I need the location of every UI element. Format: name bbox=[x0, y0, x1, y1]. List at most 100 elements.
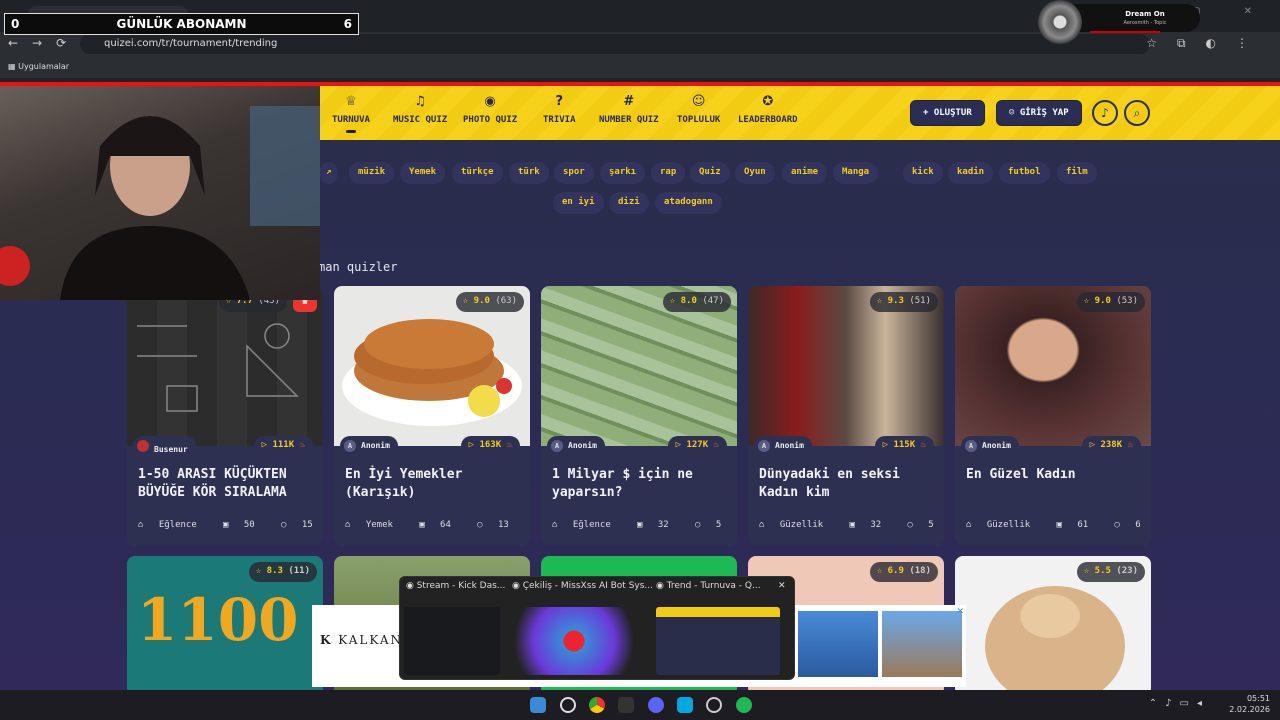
quiz-card[interactable]: 1100 ☆ 8.3 (11) bbox=[127, 556, 323, 696]
tag-chip[interactable]: Yemek bbox=[400, 162, 446, 184]
nav-number-quiz[interactable]: # NUMBER QUIZ bbox=[599, 94, 659, 125]
tag-chip[interactable]: dizi bbox=[609, 192, 649, 214]
tag-chip[interactable]: kick bbox=[903, 162, 943, 184]
items-icon: ▣ bbox=[419, 520, 431, 530]
divider bbox=[0, 78, 1280, 86]
question-icon: ? bbox=[555, 94, 564, 109]
quiz-title[interactable]: En Güzel Kadın bbox=[966, 466, 1144, 484]
bookmarks-bar: ▦ Uygulamalar bbox=[0, 56, 1280, 78]
tag-icon: ⌂ bbox=[345, 520, 356, 530]
fire-icon: ♨ bbox=[299, 440, 305, 450]
quiz-card[interactable]: ☆ 8.0 (47) A Anonim ▷ 127K ♨ 1 Milyar $ i… bbox=[541, 286, 737, 546]
music-icon: ♫ bbox=[414, 94, 426, 109]
nav-turnuva[interactable]: ♕ TURNUVA bbox=[332, 94, 370, 133]
fire-icon: ♨ bbox=[506, 440, 512, 450]
bell-icon[interactable]: ♪ bbox=[1092, 100, 1118, 126]
rating-badge: ☆ 9.0 (63) bbox=[455, 292, 524, 312]
search-icon[interactable]: ⌕ bbox=[1124, 100, 1150, 126]
user-icon: ☺ bbox=[1009, 108, 1020, 118]
nav-topluluk[interactable]: ☺ TOPLULUK bbox=[677, 94, 720, 125]
preview-title[interactable]: ◉ Trend - Turnuva - Q... bbox=[656, 581, 766, 603]
close-icon[interactable]: ✕ bbox=[778, 581, 792, 603]
quiz-card[interactable]: ☆ 9.0 (63) A Anonim ▷ 163K ♨ En İyi Yemek… bbox=[334, 286, 530, 546]
avatar: A bbox=[965, 440, 977, 452]
rating-badge: ☆ 9.0 (53) bbox=[1076, 292, 1145, 312]
tag-chip[interactable]: kadin bbox=[948, 162, 994, 184]
quiz-meta: ⌂ Eğlence ▣ 50 ○ 15 ♡ 40 bbox=[138, 520, 313, 530]
quiz-card[interactable]: ♛ ☆ 7.7 (43) Busenur ▷ 111K ♨ 1-50 ARASI… bbox=[127, 286, 323, 546]
window-preview[interactable] bbox=[512, 607, 636, 675]
fire-icon: ♨ bbox=[1127, 440, 1133, 450]
quiz-card[interactable]: ☆ 9.3 (51) A Anonim ▷ 115K ♨ Dünyadaki en… bbox=[748, 286, 944, 546]
trophy-icon: ♕ bbox=[345, 94, 357, 109]
epic-icon[interactable] bbox=[618, 697, 634, 713]
chrome-icon[interactable] bbox=[589, 697, 605, 713]
tag-chip[interactable]: Quiz bbox=[690, 162, 730, 184]
url-field[interactable]: quizei.com/tr/tournament/trending bbox=[80, 34, 1150, 54]
author-badge[interactable]: A Anonim bbox=[961, 436, 1019, 456]
tag-icon: ⌂ bbox=[138, 520, 149, 530]
preview-title[interactable]: ◉ Stream - Kick Das... bbox=[406, 581, 526, 603]
start-icon[interactable] bbox=[530, 697, 546, 713]
rating-badge: ☆ 5.5 (23) bbox=[1076, 562, 1145, 582]
close-icon[interactable]: ✕ bbox=[956, 607, 964, 617]
tag-chip[interactable]: futbol bbox=[999, 162, 1050, 184]
create-button[interactable]: + OLUŞTUR bbox=[910, 100, 985, 126]
tray-icons[interactable]: ⌃♪▭◂ bbox=[1149, 698, 1210, 709]
tag-chip[interactable]: Manga bbox=[833, 162, 879, 184]
items-icon: ▣ bbox=[637, 520, 648, 530]
app-icon[interactable] bbox=[706, 697, 722, 713]
rating-badge: ☆ 9.3 (51) bbox=[869, 292, 938, 312]
nav-buttons[interactable]: ←→⟳ bbox=[8, 36, 80, 50]
quiz-title[interactable]: En İyi Yemekler (Karışık) bbox=[345, 466, 523, 502]
quiz-title[interactable]: 1 Milyar $ için ne yaparsın? bbox=[552, 466, 730, 502]
tag-chip[interactable]: en iyi bbox=[553, 192, 604, 214]
preview-title[interactable]: ◉ Çekiliş - MissXss AI Bot Sys... bbox=[512, 581, 652, 603]
quiz-card[interactable]: ☆ 5.5 (23) bbox=[955, 556, 1151, 696]
tag-chip[interactable]: anime bbox=[782, 162, 828, 184]
avatar: A bbox=[551, 440, 563, 452]
quiz-card[interactable]: ☆ 9.0 (53) A Anonim ▷ 238K ♨ En Güzel Kad… bbox=[955, 286, 1151, 546]
subscriber-goal-overlay: 0 GÜNLÜK ABONAMN 6 bbox=[4, 13, 359, 35]
author-badge[interactable]: A Anonim bbox=[340, 436, 398, 456]
quiz-title[interactable]: Dünyadaki en seksi Kadın kim bbox=[759, 466, 937, 502]
bookmark-apps[interactable]: Uygulamalar bbox=[18, 62, 69, 71]
discord-icon[interactable] bbox=[648, 697, 664, 713]
nav-music-quiz[interactable]: ♫ MUSIC QUIZ bbox=[393, 94, 447, 125]
play-count: ▷ 115K ♨ bbox=[874, 436, 934, 456]
tag-chip[interactable]: türk bbox=[509, 162, 549, 184]
author-badge[interactable]: Busenur bbox=[133, 436, 196, 456]
tag-scroll-left[interactable]: ↗ bbox=[320, 162, 338, 184]
author-badge[interactable]: A Anonim bbox=[754, 436, 812, 456]
tag-chip[interactable]: Oyun bbox=[735, 162, 775, 184]
apps-icon[interactable]: ▦ bbox=[8, 62, 18, 71]
window-preview[interactable] bbox=[404, 607, 500, 675]
logitech-icon[interactable] bbox=[677, 697, 693, 713]
tag-chip[interactable]: film bbox=[1057, 162, 1097, 184]
browser-actions[interactable]: ☆⧉◐⋮ bbox=[1146, 36, 1268, 51]
users-icon: ☺ bbox=[691, 94, 706, 109]
spotify-icon[interactable] bbox=[736, 697, 752, 713]
hash-icon: # bbox=[623, 94, 635, 109]
author-badge[interactable]: A Anonim bbox=[547, 436, 605, 456]
tag-chip[interactable]: rap bbox=[651, 162, 686, 184]
tag-icon: ⌂ bbox=[552, 520, 563, 530]
nav-trivia[interactable]: ? TRIVIA bbox=[543, 94, 576, 125]
comment-icon: ○ bbox=[281, 520, 292, 530]
search-icon[interactable] bbox=[560, 697, 576, 713]
quiz-title[interactable]: 1-50 ARASI KÜÇÜKTEN BÜYÜĞE KÖR SIRALAMA bbox=[138, 466, 316, 502]
login-button[interactable]: ☺ GİRİŞ YAP bbox=[996, 100, 1082, 126]
fire-icon: ♨ bbox=[920, 440, 926, 450]
window-preview[interactable] bbox=[656, 607, 780, 675]
now-playing-widget: Dream On Aerosmith - Topic bbox=[1038, 0, 1200, 44]
clock[interactable]: 05:51 2.02.2026 bbox=[1229, 693, 1270, 715]
nav-leaderboard[interactable]: ✪ LEADERBOARD bbox=[738, 94, 798, 125]
tag-chip[interactable]: şarkı bbox=[600, 162, 646, 184]
tag-chip[interactable]: atadogann bbox=[655, 192, 722, 214]
tag-chip[interactable]: türkçe bbox=[452, 162, 503, 184]
tag-chip[interactable]: spor bbox=[554, 162, 594, 184]
tag-chip[interactable]: müzik bbox=[349, 162, 395, 184]
comment-icon: ○ bbox=[695, 520, 706, 530]
nav-photo-quiz[interactable]: ◉ PHOTO QUIZ bbox=[463, 94, 517, 125]
play-count: ▷ 163K ♨ bbox=[460, 436, 520, 456]
